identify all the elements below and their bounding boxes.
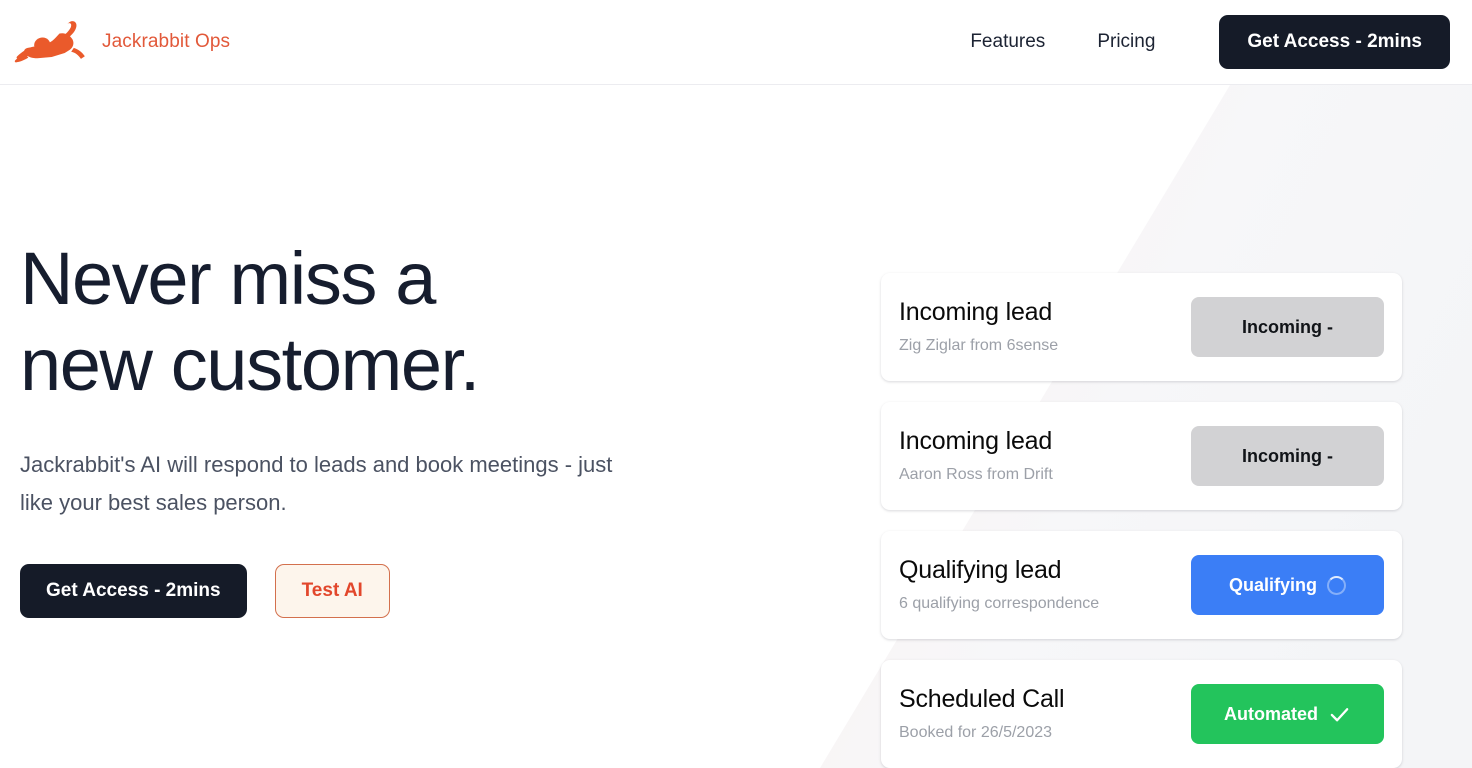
nav-link-features[interactable]: Features [944, 23, 1071, 61]
card-title: Incoming lead [899, 298, 1053, 326]
card-text: Qualifying lead 6 qualifying corresponde… [899, 558, 1099, 612]
status-badge-label: Incoming - [1242, 445, 1333, 466]
hero-get-access-button[interactable]: Get Access - 2mins [20, 563, 247, 618]
card-subtitle: Aaron Ross from Drift [899, 466, 1053, 483]
hero-title-line-2: new customer. [20, 322, 480, 406]
page-title: Never miss a new customer. [20, 236, 760, 408]
card-subtitle: 6 qualifying correspondence [899, 595, 1100, 612]
status-badge-label: Qualifying [1228, 574, 1317, 595]
card-text: Incoming lead Aaron Ross from Drift [899, 429, 1053, 483]
test-ai-button[interactable]: Test AI [274, 563, 390, 618]
card-text: Incoming lead Zig Ziglar from 6sense [899, 300, 1058, 354]
brand-logo-link[interactable]: Jackrabbit Ops [14, 12, 230, 72]
list-item[interactable]: Incoming lead Aaron Ross from Drift Inco… [881, 402, 1402, 510]
status-badge[interactable]: Qualifying [1191, 555, 1384, 615]
brand-name: Jackrabbit Ops [102, 31, 231, 52]
header-get-access-button[interactable]: Get Access - 2mins [1219, 15, 1450, 69]
card-title: Incoming lead [899, 427, 1053, 455]
card-text: Scheduled Call Booked for 26/5/2023 [899, 685, 1065, 741]
status-badge[interactable]: Incoming - [1191, 297, 1384, 357]
lead-pipeline-card-list: Incoming lead Zig Ziglar from 6sense Inc… [881, 273, 1402, 768]
status-badge[interactable]: Incoming - [1191, 426, 1384, 486]
hero-subtitle: Jackrabbit's AI will respond to leads an… [20, 451, 613, 515]
site-header: Jackrabbit Ops Features Pricing Get Acce… [0, 0, 1472, 85]
jackrabbit-logo-icon [14, 21, 85, 63]
list-item[interactable]: Qualifying lead 6 qualifying corresponde… [881, 531, 1402, 639]
hero-cta-group: Get Access - 2mins Test AI [20, 563, 760, 618]
list-item[interactable]: Scheduled Call Booked for 26/5/2023 Auto… [881, 660, 1402, 768]
check-icon [1330, 707, 1349, 721]
list-item[interactable]: Incoming lead Zig Ziglar from 6sense Inc… [881, 273, 1402, 381]
nav-link-pricing[interactable]: Pricing [1071, 23, 1181, 61]
card-subtitle: Booked for 26/5/2023 [899, 724, 1053, 741]
card-title: Qualifying lead [899, 556, 1062, 584]
status-badge[interactable]: Automated [1191, 684, 1384, 744]
landing-page: Jackrabbit Ops Features Pricing Get Acce… [0, 0, 1472, 768]
spinner-icon [1327, 575, 1346, 595]
main-navigation: Features Pricing Get Access - 2mins [944, 15, 1450, 69]
card-title: Scheduled Call [899, 685, 1065, 713]
hero-title-line-1: Never miss a [20, 236, 436, 320]
hero-section: Never miss a new customer. Jackrabbit's … [0, 85, 760, 768]
status-badge-label: Incoming - [1242, 316, 1333, 337]
status-badge-label: Automated [1224, 703, 1318, 724]
card-subtitle: Zig Ziglar from 6sense [899, 337, 1059, 354]
